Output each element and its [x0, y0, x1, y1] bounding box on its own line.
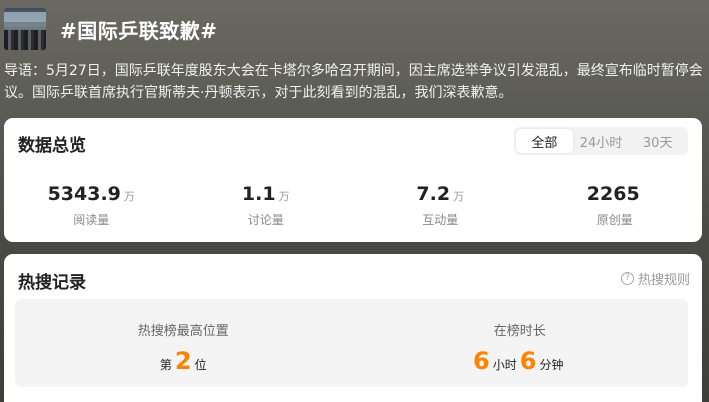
duration-label: 在榜时长	[493, 324, 546, 339]
stat-unit: 万	[453, 190, 465, 203]
rules-label: 热搜规则	[637, 273, 690, 288]
stat-label: 原创量	[596, 213, 633, 227]
peak-position-value: 第 2 位	[15, 347, 352, 375]
stat-interactions: 7.2 万 互动量	[353, 182, 528, 228]
peak-position-label: 热搜榜最高位置	[137, 324, 229, 339]
hot-search-rules-link[interactable]: ? 热搜规则	[620, 269, 690, 288]
topic-thumbnail[interactable]	[4, 8, 46, 50]
thumbnail-crowd	[4, 30, 46, 50]
stat-number: 2265	[586, 183, 640, 205]
stat-label: 讨论量	[247, 213, 284, 227]
thumbnail-banner	[4, 12, 46, 22]
time-range-tabs: 全部 24小时 30天	[514, 127, 688, 155]
topic-header: #国际乒联致歉#	[4, 8, 218, 50]
stat-number: 7.2	[416, 183, 451, 205]
stat-value: 7.2 万	[353, 182, 528, 209]
overview-title: 数据总览	[18, 136, 86, 156]
data-overview-card: 数据总览 全部 24小时 30天 5343.9 万 阅读量 1.1 万 讨论量 7.…	[4, 118, 702, 242]
duration-value: 6 小时 6 分钟	[352, 347, 689, 375]
duration-minutes: 6	[519, 347, 537, 375]
question-mark-icon: ?	[620, 272, 634, 285]
hot-search-title: 热搜记录	[18, 273, 86, 293]
hot-search-panel: 热搜榜最高位置 第 2 位 在榜时长 6 小时 6 分钟	[15, 299, 688, 387]
stat-originals: 2265 原创量	[528, 182, 703, 228]
stat-unit: 万	[123, 190, 135, 203]
peak-rank: 2	[174, 347, 192, 375]
on-list-duration: 在榜时长 6 小时 6 分钟	[352, 299, 689, 387]
peak-prefix: 第	[159, 358, 172, 372]
peak-suffix: 位	[194, 358, 207, 372]
hot-search-card: 热搜记录 ? 热搜规则 热搜榜最高位置 第 2 位 在榜时长 6 小时 6 分钟	[4, 254, 702, 402]
stat-value: 1.1 万	[179, 182, 354, 209]
stat-number: 1.1	[241, 183, 276, 205]
tab-all[interactable]: 全部	[516, 129, 573, 153]
minutes-unit: 分钟	[539, 358, 564, 372]
stat-number: 5343.9	[47, 183, 121, 205]
topic-intro: 导语：5月27日，国际乒联年度股东大会在卡塔尔多哈召开期间，因主席选举争议引发混…	[4, 63, 703, 101]
stat-value: 2265	[528, 182, 703, 209]
topic-title: #国际乒联致歉#	[60, 18, 218, 43]
duration-hours: 6	[473, 347, 490, 375]
tab-24h[interactable]: 24小时	[573, 129, 630, 153]
stat-value: 5343.9 万	[4, 182, 179, 209]
stat-unit: 万	[278, 190, 290, 203]
tab-30d[interactable]: 30天	[629, 129, 686, 153]
stat-label: 阅读量	[73, 213, 110, 227]
stat-discussions: 1.1 万 讨论量	[179, 182, 354, 228]
stats-row: 5343.9 万 阅读量 1.1 万 讨论量 7.2 万 互动量 2265 原创量	[4, 182, 702, 228]
peak-position: 热搜榜最高位置 第 2 位	[15, 299, 352, 387]
stat-reads: 5343.9 万 阅读量	[4, 182, 179, 228]
stat-label: 互动量	[422, 213, 459, 227]
hours-unit: 小时	[492, 358, 517, 372]
